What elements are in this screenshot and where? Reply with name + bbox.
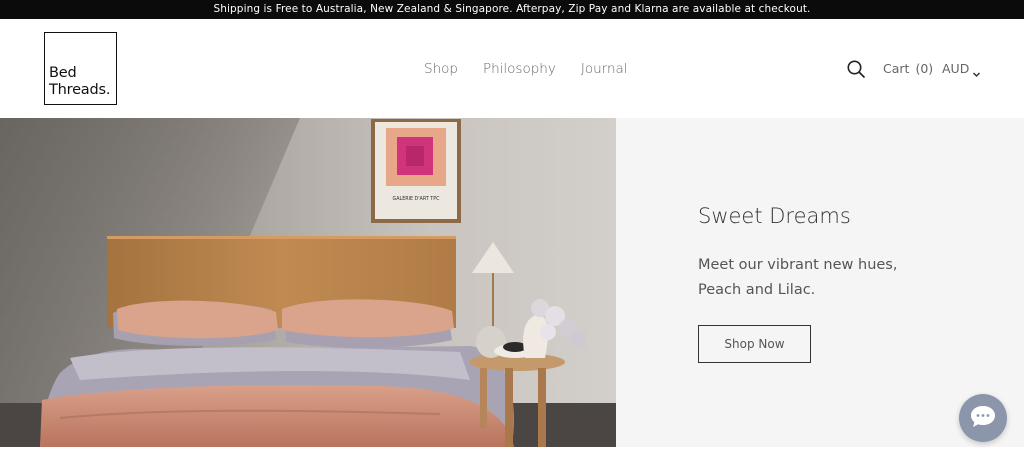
main-nav: Shop Philosophy Journal: [424, 59, 628, 79]
site-logo[interactable]: Bed Threads.: [44, 32, 117, 105]
wall-poster: GALERIE D'ART TPC: [371, 119, 461, 223]
hero-subtitle-line-1: Meet our vibrant new hues,: [698, 257, 898, 273]
hero-subtitle: Meet our vibrant new hues, Peach and Lil…: [698, 253, 897, 303]
logo-line-1: Bed: [49, 65, 77, 81]
hero-subtitle-line-2: Peach and Lilac.: [698, 282, 816, 298]
cart-count: (0): [915, 61, 934, 76]
hero-panel: Sweet Dreams Meet our vibrant new hues, …: [616, 118, 1024, 447]
hero-title: Sweet Dreams: [698, 204, 851, 228]
logo-line-2: Threads.: [49, 82, 111, 98]
search-icon[interactable]: [846, 59, 866, 79]
nav-journal[interactable]: Journal: [581, 59, 628, 79]
nav-philosophy[interactable]: Philosophy: [483, 59, 556, 79]
currency-label: AUD: [942, 61, 970, 76]
announcement-bar: Shipping is Free to Australia, New Zeala…: [0, 0, 1024, 19]
announcement-text: Shipping is Free to Australia, New Zeala…: [213, 3, 811, 15]
hero-image: GALERIE D'ART TPC: [0, 118, 616, 447]
chat-widget-button[interactable]: [959, 394, 1007, 442]
currency-selector[interactable]: AUD: [942, 59, 981, 79]
shop-now-button[interactable]: Shop Now: [698, 325, 811, 363]
chat-icon: [969, 403, 997, 433]
cart-link[interactable]: Cart (0): [883, 59, 933, 79]
chevron-down-icon: [972, 65, 981, 77]
poster-text: GALERIE D'ART TPC: [393, 196, 441, 202]
cart-label: Cart: [883, 61, 910, 76]
site-header: Bed Threads. Shop Philosophy Journal Car…: [0, 19, 1024, 118]
nav-shop[interactable]: Shop: [424, 59, 458, 79]
